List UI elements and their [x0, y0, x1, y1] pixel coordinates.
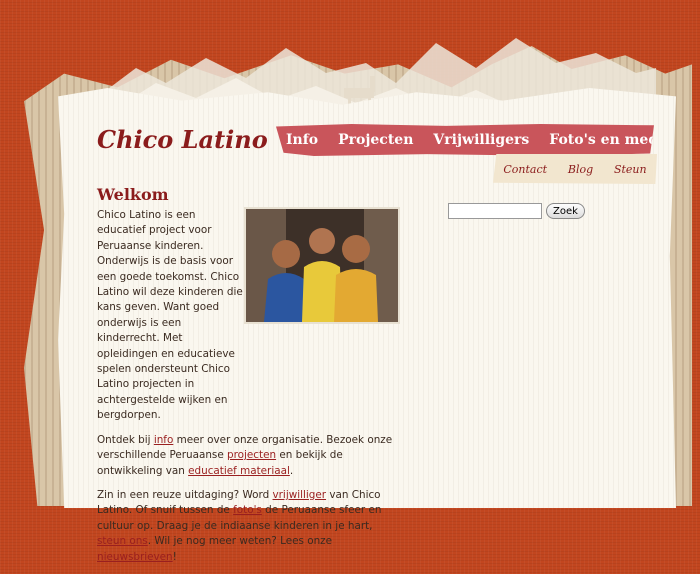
volunteer-paragraph: Zin in een reuze uitdaging? Word vrijwil… [97, 488, 397, 565]
nav-steun[interactable]: Steun [614, 163, 647, 176]
nav-projecten[interactable]: Projecten [328, 132, 423, 148]
link-fotos[interactable]: foto's [233, 504, 262, 516]
intro-paragraph: Chico Latino is een educatief project vo… [97, 209, 243, 422]
text: . Wil je nog meer weten? Lees onze [147, 535, 333, 548]
nav-contact[interactable]: Contact [503, 163, 547, 176]
info-paragraph: Ontdek bij info meer over onze organisat… [97, 433, 397, 479]
search-input[interactable] [448, 203, 542, 219]
sub-nav: Contact Blog Steun [493, 154, 657, 184]
main-content: Chico Latino is een educatief project vo… [97, 208, 397, 574]
link-info[interactable]: info [154, 434, 174, 446]
page-heading: Welkom [97, 185, 169, 204]
main-nav: Info Projecten Vrijwilligers Foto's en m… [276, 124, 654, 156]
text: Zin in een reuze uitdaging? Word [97, 488, 273, 501]
link-vrijwilliger[interactable]: vrijwilliger [273, 489, 327, 501]
site-logo[interactable]: Chico Latino [97, 125, 268, 154]
nav-vrijwilligers[interactable]: Vrijwilligers [423, 132, 539, 148]
link-educatief-materiaal[interactable]: educatief materiaal [188, 465, 290, 477]
text: . [289, 464, 294, 477]
search-button[interactable]: Zoek [546, 203, 585, 219]
link-projecten[interactable]: projecten [227, 449, 276, 461]
link-steun-ons[interactable]: steun ons [97, 535, 148, 547]
text: ! [172, 550, 177, 563]
nav-blog[interactable]: Blog [568, 163, 593, 176]
text: Ontdek bij [97, 433, 154, 446]
nav-info[interactable]: Info [276, 132, 328, 148]
link-nieuwsbrieven[interactable]: nieuwsbrieven [97, 551, 173, 563]
search-form: Zoek [448, 203, 585, 219]
